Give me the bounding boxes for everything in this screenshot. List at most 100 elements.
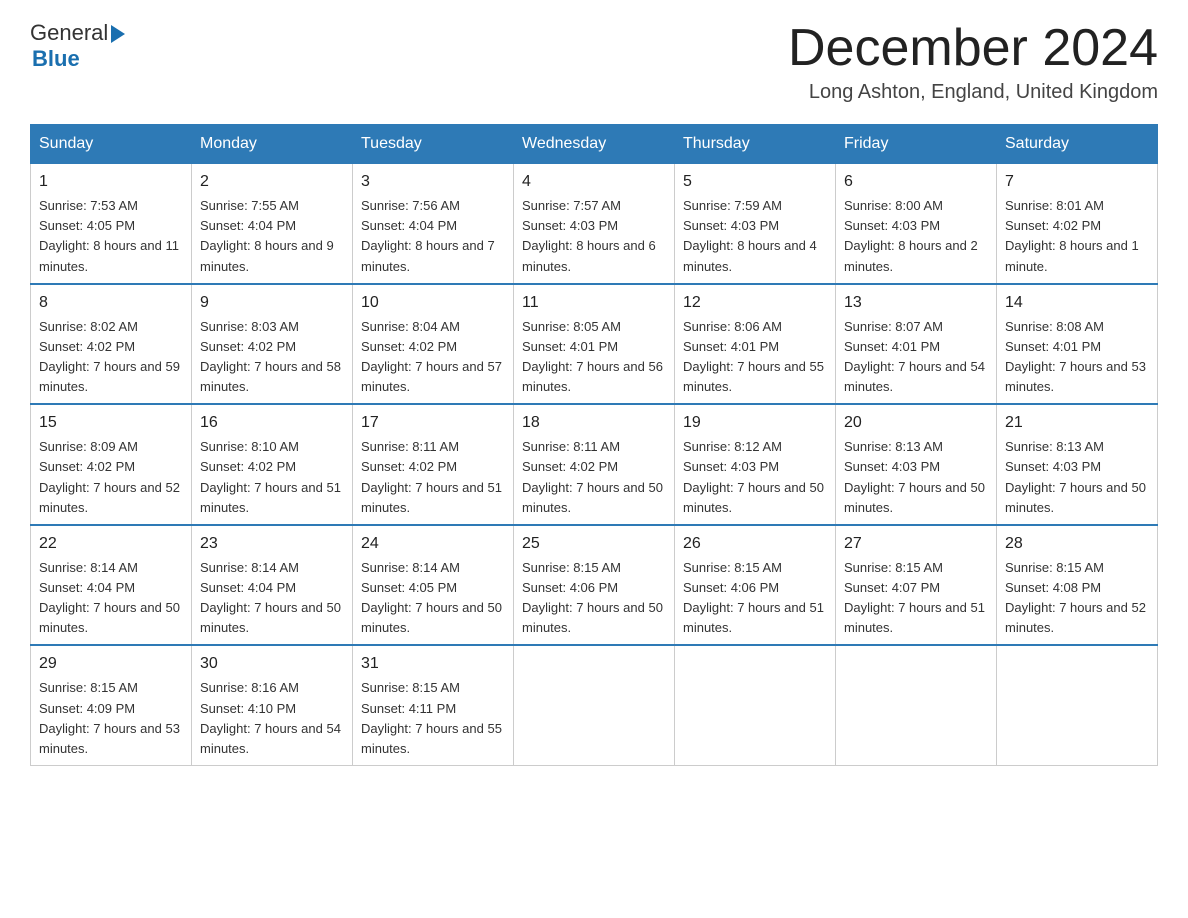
- month-title: December 2024: [788, 20, 1158, 77]
- calendar-cell: 26Sunrise: 8:15 AMSunset: 4:06 PMDayligh…: [675, 525, 836, 646]
- calendar-cell: 22 Sunrise: 8:14 AMSunset: 4:04 PMDayligh…: [31, 525, 192, 646]
- weekday-header-monday: Monday: [192, 125, 353, 164]
- day-info: Sunrise: 8:04 AMSunset: 4:02 PMDaylight:…: [361, 319, 502, 394]
- week-row-2: 8 Sunrise: 8:02 AMSunset: 4:02 PMDaylight…: [31, 284, 1158, 405]
- day-info: Sunrise: 8:02 AMSunset: 4:02 PMDaylight:…: [39, 319, 180, 394]
- day-number: 16: [200, 411, 344, 435]
- day-info: Sunrise: 8:13 AMSunset: 4:03 PMDaylight:…: [844, 439, 985, 514]
- logo-blue-text: Blue: [32, 46, 80, 72]
- calendar-cell: 14Sunrise: 8:08 AMSunset: 4:01 PMDayligh…: [997, 284, 1158, 405]
- calendar-cell: [836, 645, 997, 765]
- day-info: Sunrise: 8:10 AMSunset: 4:02 PMDaylight:…: [200, 439, 341, 514]
- day-info: Sunrise: 8:15 AMSunset: 4:11 PMDaylight:…: [361, 680, 502, 755]
- calendar-cell: 29 Sunrise: 8:15 AMSunset: 4:09 PMDayligh…: [31, 645, 192, 765]
- calendar-cell: 30 Sunrise: 8:16 AMSunset: 4:10 PMDayligh…: [192, 645, 353, 765]
- day-number: 17: [361, 411, 505, 435]
- day-number: 30: [200, 652, 344, 676]
- day-number: 6: [844, 170, 988, 194]
- calendar-cell: 9Sunrise: 8:03 AMSunset: 4:02 PMDaylight…: [192, 284, 353, 405]
- calendar-cell: 27 Sunrise: 8:15 AMSunset: 4:07 PMDayligh…: [836, 525, 997, 646]
- weekday-header-tuesday: Tuesday: [353, 125, 514, 164]
- day-number: 20: [844, 411, 988, 435]
- calendar-cell: [675, 645, 836, 765]
- calendar-cell: 7Sunrise: 8:01 AMSunset: 4:02 PMDaylight…: [997, 164, 1158, 284]
- day-info: Sunrise: 8:14 AMSunset: 4:04 PMDaylight:…: [39, 560, 180, 635]
- weekday-header-wednesday: Wednesday: [514, 125, 675, 164]
- day-number: 5: [683, 170, 827, 194]
- calendar-cell: 15Sunrise: 8:09 AMSunset: 4:02 PMDayligh…: [31, 404, 192, 525]
- day-info: Sunrise: 7:55 AMSunset: 4:04 PMDaylight:…: [200, 198, 334, 273]
- day-number: 21: [1005, 411, 1149, 435]
- location-text: Long Ashton, England, United Kingdom: [788, 81, 1158, 104]
- day-number: 25: [522, 532, 666, 556]
- day-info: Sunrise: 8:15 AMSunset: 4:08 PMDaylight:…: [1005, 560, 1146, 635]
- calendar-cell: 8 Sunrise: 8:02 AMSunset: 4:02 PMDaylight…: [31, 284, 192, 405]
- day-info: Sunrise: 8:00 AMSunset: 4:03 PMDaylight:…: [844, 198, 978, 273]
- calendar-cell: 24Sunrise: 8:14 AMSunset: 4:05 PMDayligh…: [353, 525, 514, 646]
- page-header: General Blue December 2024 Long Ashton, …: [30, 20, 1158, 104]
- day-number: 24: [361, 532, 505, 556]
- calendar-table: SundayMondayTuesdayWednesdayThursdayFrid…: [30, 124, 1158, 766]
- calendar-cell: 28Sunrise: 8:15 AMSunset: 4:08 PMDayligh…: [997, 525, 1158, 646]
- week-row-1: 1Sunrise: 7:53 AMSunset: 4:05 PMDaylight…: [31, 164, 1158, 284]
- calendar-cell: 16 Sunrise: 8:10 AMSunset: 4:02 PMDayligh…: [192, 404, 353, 525]
- day-number: 4: [522, 170, 666, 194]
- day-number: 10: [361, 291, 505, 315]
- calendar-cell: 21 Sunrise: 8:13 AMSunset: 4:03 PMDayligh…: [997, 404, 1158, 525]
- weekday-header-thursday: Thursday: [675, 125, 836, 164]
- day-info: Sunrise: 8:13 AMSunset: 4:03 PMDaylight:…: [1005, 439, 1146, 514]
- day-number: 13: [844, 291, 988, 315]
- day-number: 29: [39, 652, 183, 676]
- calendar-cell: 10 Sunrise: 8:04 AMSunset: 4:02 PMDayligh…: [353, 284, 514, 405]
- day-info: Sunrise: 8:14 AMSunset: 4:04 PMDaylight:…: [200, 560, 341, 635]
- calendar-header: SundayMondayTuesdayWednesdayThursdayFrid…: [31, 125, 1158, 164]
- day-info: Sunrise: 7:59 AMSunset: 4:03 PMDaylight:…: [683, 198, 817, 273]
- day-info: Sunrise: 8:11 AMSunset: 4:02 PMDaylight:…: [361, 439, 502, 514]
- day-info: Sunrise: 8:15 AMSunset: 4:09 PMDaylight:…: [39, 680, 180, 755]
- weekday-header-friday: Friday: [836, 125, 997, 164]
- day-info: Sunrise: 8:12 AMSunset: 4:03 PMDaylight:…: [683, 439, 824, 514]
- calendar-cell: 6 Sunrise: 8:00 AMSunset: 4:03 PMDaylight…: [836, 164, 997, 284]
- calendar-cell: 25Sunrise: 8:15 AMSunset: 4:06 PMDayligh…: [514, 525, 675, 646]
- week-row-4: 22 Sunrise: 8:14 AMSunset: 4:04 PMDayligh…: [31, 525, 1158, 646]
- day-number: 11: [522, 291, 666, 315]
- logo: General Blue: [30, 20, 125, 72]
- day-number: 27: [844, 532, 988, 556]
- title-section: December 2024 Long Ashton, England, Unit…: [788, 20, 1158, 104]
- day-info: Sunrise: 8:09 AMSunset: 4:02 PMDaylight:…: [39, 439, 180, 514]
- calendar-cell: 23 Sunrise: 8:14 AMSunset: 4:04 PMDayligh…: [192, 525, 353, 646]
- day-number: 26: [683, 532, 827, 556]
- calendar-cell: [514, 645, 675, 765]
- calendar-body: 1Sunrise: 7:53 AMSunset: 4:05 PMDaylight…: [31, 164, 1158, 766]
- day-number: 22: [39, 532, 183, 556]
- day-number: 23: [200, 532, 344, 556]
- weekday-header-saturday: Saturday: [997, 125, 1158, 164]
- calendar-cell: 12Sunrise: 8:06 AMSunset: 4:01 PMDayligh…: [675, 284, 836, 405]
- day-info: Sunrise: 8:16 AMSunset: 4:10 PMDaylight:…: [200, 680, 341, 755]
- calendar-cell: 17 Sunrise: 8:11 AMSunset: 4:02 PMDayligh…: [353, 404, 514, 525]
- day-info: Sunrise: 8:15 AMSunset: 4:07 PMDaylight:…: [844, 560, 985, 635]
- day-info: Sunrise: 8:03 AMSunset: 4:02 PMDaylight:…: [200, 319, 341, 394]
- week-row-3: 15Sunrise: 8:09 AMSunset: 4:02 PMDayligh…: [31, 404, 1158, 525]
- calendar-cell: 20 Sunrise: 8:13 AMSunset: 4:03 PMDayligh…: [836, 404, 997, 525]
- day-number: 31: [361, 652, 505, 676]
- day-number: 18: [522, 411, 666, 435]
- calendar-cell: 1Sunrise: 7:53 AMSunset: 4:05 PMDaylight…: [31, 164, 192, 284]
- calendar-cell: 31 Sunrise: 8:15 AMSunset: 4:11 PMDayligh…: [353, 645, 514, 765]
- day-info: Sunrise: 8:05 AMSunset: 4:01 PMDaylight:…: [522, 319, 663, 394]
- weekday-header-sunday: Sunday: [31, 125, 192, 164]
- calendar-cell: 5 Sunrise: 7:59 AMSunset: 4:03 PMDaylight…: [675, 164, 836, 284]
- logo-general-text: General: [30, 20, 108, 46]
- day-number: 19: [683, 411, 827, 435]
- day-number: 8: [39, 291, 183, 315]
- calendar-cell: 18 Sunrise: 8:11 AMSunset: 4:02 PMDayligh…: [514, 404, 675, 525]
- day-info: Sunrise: 8:06 AMSunset: 4:01 PMDaylight:…: [683, 319, 824, 394]
- day-info: Sunrise: 7:57 AMSunset: 4:03 PMDaylight:…: [522, 198, 656, 273]
- day-number: 7: [1005, 170, 1149, 194]
- day-number: 14: [1005, 291, 1149, 315]
- calendar-cell: [997, 645, 1158, 765]
- calendar-cell: 13 Sunrise: 8:07 AMSunset: 4:01 PMDayligh…: [836, 284, 997, 405]
- day-info: Sunrise: 8:07 AMSunset: 4:01 PMDaylight:…: [844, 319, 985, 394]
- day-number: 2: [200, 170, 344, 194]
- day-info: Sunrise: 8:11 AMSunset: 4:02 PMDaylight:…: [522, 439, 663, 514]
